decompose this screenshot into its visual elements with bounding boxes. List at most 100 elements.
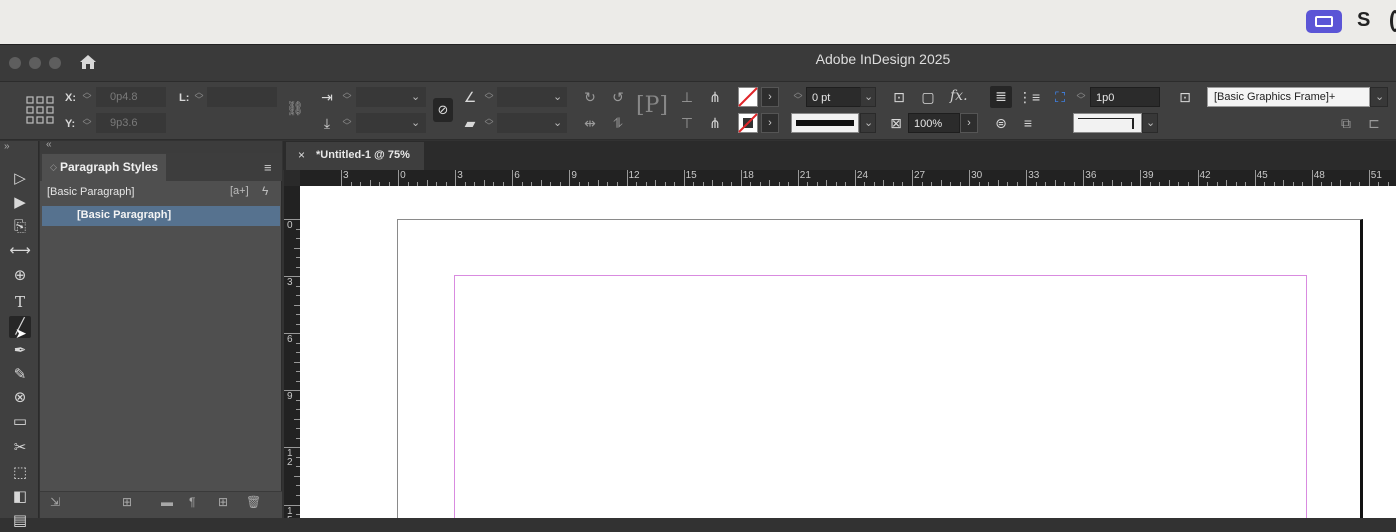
- corner-shape-field[interactable]: [1073, 113, 1142, 133]
- reference-point-icon[interactable]: [26, 96, 54, 124]
- drop-shadow-icon[interactable]: ▢: [918, 87, 938, 107]
- fill-swatch-menu-icon[interactable]: ›: [761, 87, 779, 107]
- text-wrap-jump-icon[interactable]: ≡: [1018, 113, 1038, 133]
- stroke-weight-dropdown[interactable]: ⌄: [860, 87, 876, 107]
- gradient-swatch-tool-icon[interactable]: ◧: [9, 486, 31, 508]
- pencil-tool-icon[interactable]: ✎: [9, 364, 31, 386]
- pen-tool-icon[interactable]: ✒: [9, 340, 31, 362]
- corner-shape-dropdown[interactable]: ⌄: [1142, 113, 1158, 133]
- ruler-h-label: 9: [571, 170, 577, 181]
- direct-selection-tool-icon[interactable]: ▶: [9, 192, 31, 214]
- default-style-label: [Basic Paragraph]: [47, 186, 135, 198]
- width-dropdown-icon[interactable]: ⌄: [411, 90, 420, 103]
- x-stepper-icon[interactable]: ︿ ﹀: [82, 88, 92, 105]
- ruler-origin[interactable]: [284, 170, 300, 186]
- panel-header-bar[interactable]: «: [40, 139, 282, 153]
- list-item[interactable]: [Basic Paragraph]: [42, 206, 280, 226]
- object-style-field[interactable]: [Basic Graphics Frame]+: [1207, 87, 1370, 107]
- ruler-h-label: 42: [1199, 170, 1211, 181]
- gap-tool-icon[interactable]: ⟷: [9, 240, 31, 262]
- tab-document[interactable]: × *Untitled-1 @ 75%: [286, 142, 424, 170]
- ruler-h-label: 6: [514, 170, 520, 181]
- effects-fx-icon[interactable]: fx.: [950, 88, 968, 104]
- select-previous-icon[interactable]: ⋔: [705, 87, 725, 107]
- free-transform-tool-icon[interactable]: ⬚: [9, 462, 31, 484]
- gap-field[interactable]: 1p0: [1090, 87, 1160, 107]
- gradient-feather-tool-icon[interactable]: ▤: [9, 510, 31, 532]
- opacity-menu-icon[interactable]: ›: [960, 113, 978, 133]
- clear-overrides-icon[interactable]: ¶: [189, 495, 195, 509]
- rotate-cw-icon[interactable]: ↻: [580, 87, 600, 107]
- ruler-h-label: 12: [628, 170, 640, 181]
- folder-icon[interactable]: ▬: [161, 495, 173, 509]
- select-content-icon[interactable]: ⊤: [677, 113, 697, 133]
- stroke-type-dropdown[interactable]: ⌄: [860, 113, 876, 133]
- content-collector-tool-icon[interactable]: ⊕: [9, 265, 31, 287]
- stroke-weight-stepper-icon[interactable]: ︿ ﹀: [793, 88, 803, 105]
- collapse-tools-icon[interactable]: »: [4, 141, 10, 152]
- y-stepper-icon[interactable]: ︿ ﹀: [82, 114, 92, 131]
- y-position-field[interactable]: 9p3.6: [96, 113, 166, 133]
- selection-tool-icon[interactable]: ▷: [9, 168, 31, 190]
- tab-paragraph-styles[interactable]: ◇ Paragraph Styles: [42, 154, 166, 181]
- new-style-group-icon[interactable]: ⊞: [122, 495, 132, 509]
- new-style-override-button[interactable]: [a+]: [230, 185, 249, 197]
- lightning-icon[interactable]: ϟ: [262, 184, 268, 198]
- text-wrap-shape-icon[interactable]: ⊜: [991, 113, 1011, 133]
- width-stepper-icon[interactable]: ︿ ﹀: [342, 88, 352, 105]
- load-styles-icon[interactable]: ⇲: [50, 495, 60, 509]
- ruler-v-label: 9: [287, 391, 293, 403]
- fill-none-icon[interactable]: [738, 87, 758, 107]
- create-new-style-icon[interactable]: ⊞: [218, 495, 228, 509]
- panel-options-icon[interactable]: ⧉: [1336, 113, 1356, 133]
- ruler-v-label: 0: [287, 220, 293, 231]
- close-tab-icon[interactable]: ×: [298, 142, 305, 169]
- rectangle-frame-tool-icon[interactable]: ⊗: [9, 387, 31, 409]
- stroke-type-field[interactable]: [791, 113, 859, 133]
- menubar-partial-icon[interactable]: [1390, 10, 1396, 32]
- control-panel-menu-icon[interactable]: ⊏: [1364, 113, 1384, 133]
- stroke-none-icon[interactable]: [738, 113, 758, 133]
- panel-menu-icon[interactable]: ≡: [264, 160, 272, 175]
- flip-horizontal-icon[interactable]: ⇹: [580, 113, 600, 133]
- rotate-ccw-icon[interactable]: ↺: [608, 87, 628, 107]
- type-tool-icon[interactable]: T: [9, 291, 31, 313]
- page-tool-icon[interactable]: ⎘: [9, 216, 31, 238]
- auto-fit-icon[interactable]: ⛶: [1050, 87, 1070, 107]
- ruler-h-label: 33: [1028, 170, 1040, 181]
- shear-stepper-icon[interactable]: ︿ ﹀: [484, 114, 494, 131]
- rotate-stepper-icon[interactable]: ︿ ﹀: [484, 88, 494, 105]
- ruler-h-label: 27: [914, 170, 926, 181]
- scissors-tool-icon[interactable]: ✂: [9, 437, 31, 459]
- height-icon: ⤓: [323, 115, 331, 131]
- text-wrap-none-icon[interactable]: ≣: [990, 86, 1012, 108]
- link-scale-icon[interactable]: ⊘: [433, 98, 453, 122]
- text-wrap-bounding-icon[interactable]: ⋮≡: [1018, 87, 1040, 107]
- object-style-dropdown[interactable]: ⌄: [1370, 87, 1388, 107]
- rectangle-tool-icon[interactable]: ▭: [9, 411, 31, 433]
- select-next-icon[interactable]: ⋔: [705, 113, 725, 133]
- frame-fitting-icon[interactable]: ⊡: [889, 87, 909, 107]
- horizontal-ruler[interactable]: 3 0 3 6 9 12 15 18 21 24 27 30 33 36 39 42 45 48 51: [300, 170, 1396, 186]
- flip-vertical-icon[interactable]: ⥮: [608, 113, 628, 133]
- l-stepper-icon[interactable]: ︿ ﹀: [194, 88, 204, 105]
- stroke-weight-field[interactable]: 0 pt: [806, 87, 861, 107]
- vertical-ruler[interactable]: 0 3 6 9 12 15: [284, 186, 300, 518]
- rotation-dropdown-icon[interactable]: ⌄: [553, 90, 562, 103]
- rotate-angle-icon: ∠: [463, 89, 477, 105]
- gap-stepper-icon[interactable]: ︿ ﹀: [1076, 88, 1086, 105]
- menubar-s-icon[interactable]: S: [1357, 9, 1370, 32]
- height-stepper-icon[interactable]: ︿ ﹀: [342, 114, 352, 131]
- delete-style-icon[interactable]: 🗑: [246, 495, 261, 509]
- x-position-field[interactable]: 0p4.8: [96, 87, 166, 107]
- constrain-proportions-icon[interactable]: ⛓: [285, 98, 305, 118]
- stroke-swatch-menu-icon[interactable]: ›: [761, 113, 779, 133]
- ruler-h-label: 18: [742, 170, 754, 181]
- select-container-icon[interactable]: ⊥: [677, 87, 697, 107]
- opacity-field[interactable]: 100%: [908, 113, 960, 133]
- height-dropdown-icon[interactable]: ⌄: [411, 116, 420, 129]
- shear-dropdown-icon[interactable]: ⌄: [553, 116, 562, 129]
- y-label: Y:: [65, 118, 76, 130]
- length-field[interactable]: [207, 87, 277, 107]
- screen-share-icon[interactable]: [1306, 10, 1342, 33]
